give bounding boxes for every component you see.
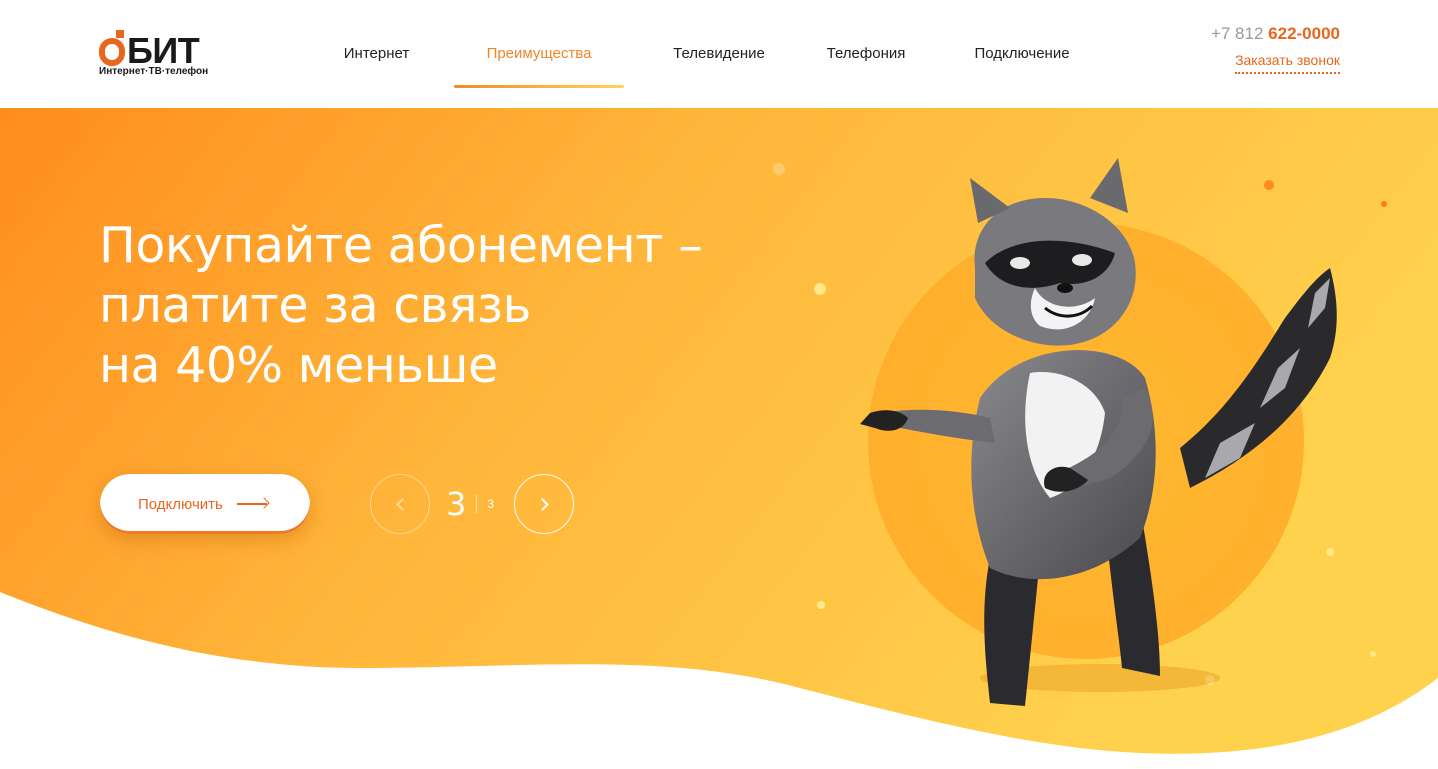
connect-button[interactable]: Подключить bbox=[100, 474, 310, 534]
chevron-right-icon bbox=[535, 497, 549, 511]
connect-button-label: Подключить bbox=[138, 495, 223, 513]
hero-headline: Покупайте абонемент – платите за связь н… bbox=[99, 216, 703, 396]
logo-brand: БИТ bbox=[127, 30, 200, 71]
arrow-right-icon bbox=[236, 499, 269, 509]
slide-total: 3 bbox=[487, 497, 495, 511]
logo-o-icon bbox=[99, 30, 125, 66]
contact-block: +7 812 622-0000 Заказать звонок bbox=[1211, 24, 1340, 74]
slider-controls: 3 3 bbox=[370, 474, 575, 534]
callback-link[interactable]: Заказать звонок bbox=[1235, 52, 1340, 74]
nav-item-connection[interactable]: Подключение bbox=[948, 0, 1096, 108]
nav-item-tv[interactable]: Телевидение bbox=[642, 0, 796, 108]
nav-item-advantages[interactable]: Преимущества bbox=[454, 0, 624, 108]
logo-mark: БИТ bbox=[99, 28, 200, 71]
slider-next-button[interactable] bbox=[514, 474, 575, 534]
slide-counter: 3 3 bbox=[446, 485, 494, 523]
headline-line: платите за связь bbox=[99, 277, 531, 334]
hero-banner: Покупайте абонемент – платите за связь н… bbox=[0, 108, 1438, 769]
nav-item-telephony[interactable]: Телефония bbox=[808, 0, 924, 108]
logo-tagline: Интернет·ТВ·телефон bbox=[99, 66, 209, 77]
logo[interactable]: БИТ Интернет·ТВ·телефон bbox=[99, 28, 219, 80]
headline-line: на 40% меньше bbox=[99, 337, 498, 394]
phone-number[interactable]: +7 812 622-0000 bbox=[1211, 24, 1340, 44]
phone-prefix: +7 812 bbox=[1210, 24, 1264, 43]
headline-line: Покупайте абонемент – bbox=[99, 217, 703, 274]
site-header: БИТ Интернет·ТВ·телефон Интернет Преимущ… bbox=[0, 0, 1438, 108]
counter-divider bbox=[476, 495, 478, 513]
nav-item-internet[interactable]: Интернет bbox=[305, 0, 448, 108]
slide-current: 3 bbox=[446, 485, 467, 523]
slider-prev-button[interactable] bbox=[370, 474, 430, 534]
main-nav: Интернет Преимущества Телевидение Телефо… bbox=[305, 0, 1096, 108]
raccoon-mascot-icon bbox=[860, 158, 1337, 706]
chevron-left-icon bbox=[395, 497, 409, 511]
phone-main: 622-0000 bbox=[1268, 24, 1340, 43]
